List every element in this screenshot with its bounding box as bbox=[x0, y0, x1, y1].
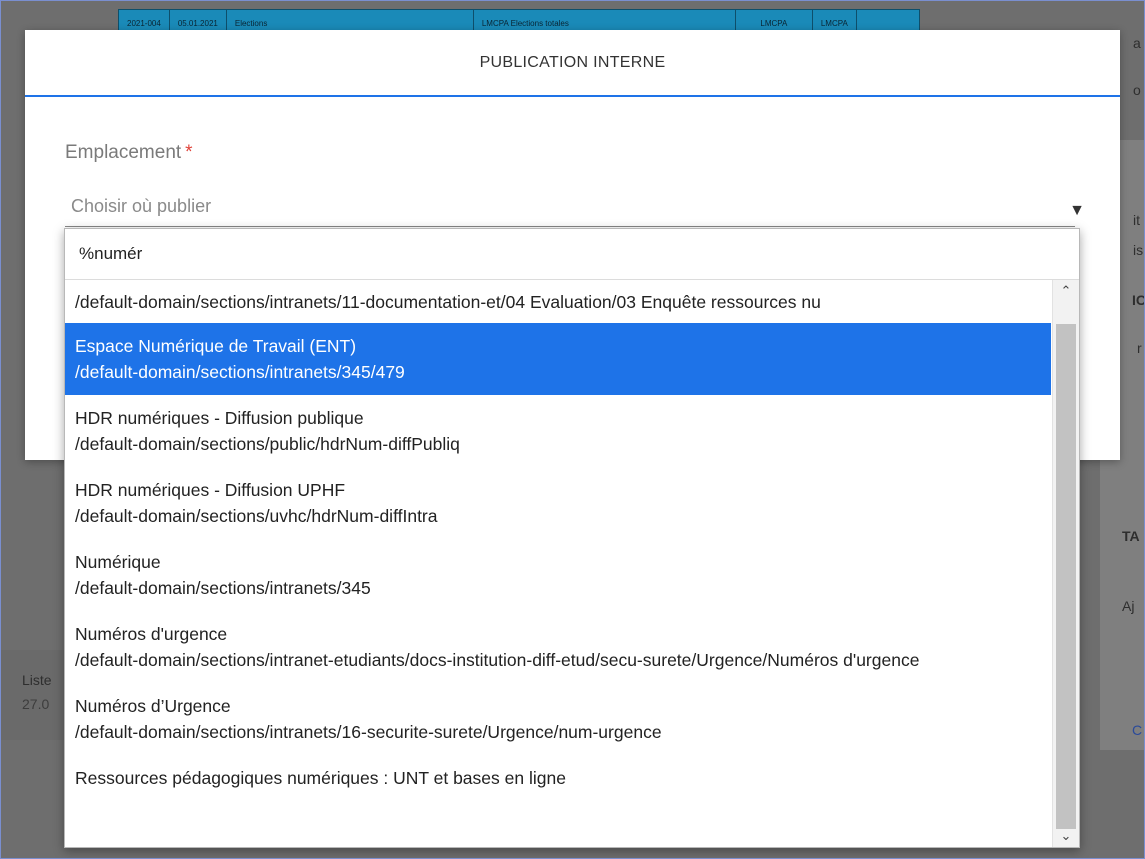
option-path: /default-domain/sections/uvhc/hdrNum-dif… bbox=[75, 506, 438, 526]
scroll-up-icon[interactable]: ⌃ bbox=[1053, 280, 1079, 302]
background-panel bbox=[0, 650, 70, 740]
dropdown-option[interactable]: HDR numériques - Diffusion publique/defa… bbox=[65, 395, 1051, 467]
dropdown-option[interactable]: Numéros d’Urgence/default-domain/section… bbox=[65, 683, 1051, 755]
select-placeholder: Choisir où publier bbox=[71, 196, 212, 216]
option-title: Numéros d'urgence bbox=[75, 624, 228, 644]
background-list-date: 27.0 bbox=[22, 696, 50, 712]
option-path: /default-domain/sections/intranets/16-se… bbox=[75, 722, 662, 742]
option-path: /default-domain/sections/intranet-etudia… bbox=[75, 650, 920, 670]
option-title: Numérique bbox=[75, 552, 161, 572]
background-snippet: C bbox=[1132, 722, 1143, 738]
option-path: /default-domain/sections/public/hdrNum-d… bbox=[75, 434, 460, 454]
dropdown-option[interactable]: /default-domain/sections/intranets/11-do… bbox=[65, 280, 1051, 323]
background-snippet: a bbox=[1133, 35, 1141, 51]
background-snippet: TA bbox=[1122, 528, 1140, 544]
modal-header: PUBLICATION INTERNE bbox=[25, 30, 1120, 97]
option-title: HDR numériques - Diffusion UPHF bbox=[75, 480, 346, 500]
dropdown-list: /default-domain/sections/intranets/11-do… bbox=[65, 280, 1051, 847]
required-marker: * bbox=[185, 142, 193, 163]
modal-title: PUBLICATION INTERNE bbox=[479, 53, 666, 71]
dropdown-option[interactable]: Espace Numérique de Travail (ENT) /defaul… bbox=[65, 323, 1051, 395]
emplacement-select[interactable]: Choisir où publier ▼ bbox=[65, 192, 1085, 227]
emplacement-label-text: Emplacement bbox=[65, 142, 182, 163]
option-path: /default-domain/sections/intranets/345 bbox=[75, 578, 371, 598]
option-path: /default-domain/sections/intranets/345/4… bbox=[75, 362, 405, 382]
background-snippet: o bbox=[1133, 82, 1141, 98]
option-title: Ressources pédagogiques numériques : UNT… bbox=[75, 768, 566, 788]
dropdown-option[interactable]: Numéros d'urgence/default-domain/section… bbox=[65, 611, 1051, 683]
emplacement-label: Emplacement * bbox=[65, 142, 193, 164]
dropdown-option[interactable]: Numérique/default-domain/sections/intran… bbox=[65, 539, 1051, 611]
dropdown-scrollbar[interactable]: ⌃ ⌄ bbox=[1052, 280, 1079, 847]
scroll-thumb[interactable] bbox=[1056, 324, 1076, 829]
background-snippet: IC bbox=[1132, 292, 1145, 308]
option-path: /default-domain/sections/intranets/11-do… bbox=[75, 292, 821, 312]
scroll-down-icon[interactable]: ⌄ bbox=[1053, 825, 1079, 847]
dropdown-search-input[interactable]: %numér bbox=[65, 229, 1079, 280]
option-title: Numéros d’Urgence bbox=[75, 696, 231, 716]
option-title-hidden bbox=[75, 280, 1041, 289]
background-snippet: it bbox=[1133, 212, 1140, 228]
option-title: HDR numériques - Diffusion publique bbox=[75, 408, 364, 428]
dropdown-option[interactable]: HDR numériques - Diffusion UPHF/default-… bbox=[65, 467, 1051, 539]
emplacement-dropdown: %numér /default-domain/sections/intranet… bbox=[64, 228, 1080, 848]
search-value: %numér bbox=[79, 244, 143, 263]
background-list-label: Liste bbox=[22, 672, 52, 688]
background-snippet: r bbox=[1137, 340, 1142, 356]
background-snippet: Aj bbox=[1122, 598, 1135, 614]
dropdown-option[interactable]: Ressources pédagogiques numériques : UNT… bbox=[65, 755, 1051, 801]
option-title: Espace Numérique de Travail (ENT) bbox=[75, 336, 357, 356]
chevron-down-icon[interactable]: ▼ bbox=[1069, 202, 1085, 220]
background-snippet: is bbox=[1133, 242, 1144, 258]
